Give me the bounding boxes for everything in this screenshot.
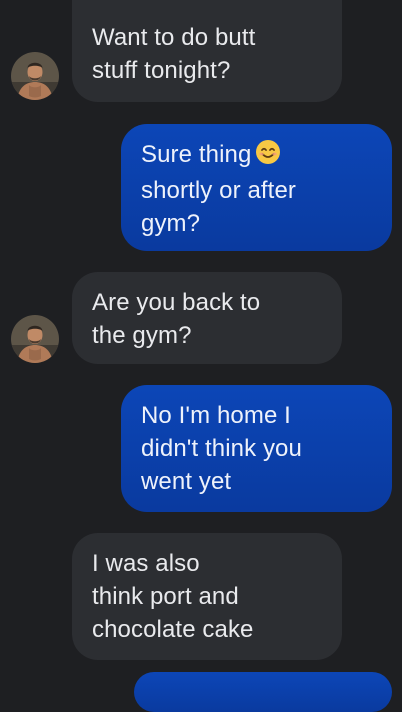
- message-text-line: went yet: [141, 468, 232, 495]
- message-text-line: the gym?: [92, 322, 192, 349]
- message-text: Sure thing: [141, 141, 252, 168]
- contact-avatar-icon[interactable]: [11, 315, 59, 363]
- message-text-line: didn't think you: [141, 435, 302, 462]
- message-text-line: I was also: [92, 550, 200, 577]
- contact-avatar-icon[interactable]: [11, 52, 59, 100]
- message-text-line: chocolate cake: [92, 616, 254, 643]
- outgoing-message-bubble[interactable]: No I'm home I didn't think you went yet: [121, 385, 392, 512]
- message-text-line: Are you back to: [92, 289, 261, 316]
- incoming-message-bubble[interactable]: I was also think port and chocolate cake: [72, 533, 342, 660]
- message-text-line: think port and: [92, 583, 239, 610]
- message-text-line: shortly or after: [141, 177, 296, 204]
- smiling-face-emoji-icon: [255, 139, 281, 174]
- outgoing-message-bubble[interactable]: Sure thing shortly or after gym?: [121, 124, 392, 251]
- message-text-line: Want to do butt: [92, 24, 256, 51]
- message-text-line: stuff tonight?: [92, 57, 231, 84]
- message-text-line: No I'm home I: [141, 402, 291, 429]
- incoming-message-bubble[interactable]: Are you back to the gym?: [72, 272, 342, 364]
- outgoing-message-bubble[interactable]: [134, 672, 392, 712]
- message-text-line: Sure thing: [141, 138, 372, 174]
- incoming-message-bubble[interactable]: Want to do butt stuff tonight?: [72, 0, 342, 102]
- message-text-line: gym?: [141, 210, 201, 237]
